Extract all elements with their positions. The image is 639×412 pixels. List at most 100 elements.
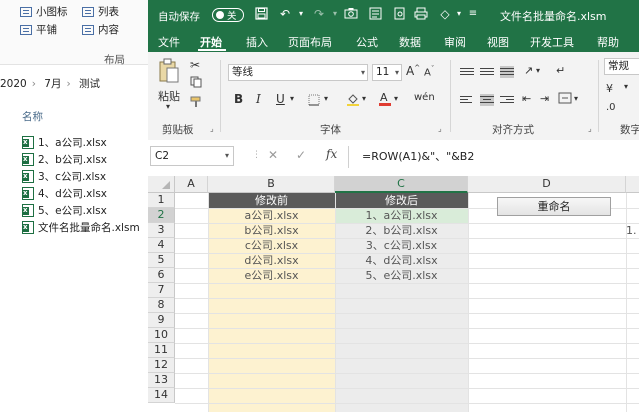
tab-view[interactable]: 视图 (487, 34, 509, 50)
select-all-corner[interactable] (148, 176, 175, 193)
name-box[interactable]: C2 ▾ (150, 146, 234, 166)
fill-color-icon[interactable]: ◇ (438, 7, 452, 21)
chevron-down-icon[interactable]: ▾ (536, 66, 540, 75)
decrease-indent-icon[interactable]: ⇤ (522, 92, 531, 105)
tab-developer[interactable]: 开发工具 (530, 34, 574, 50)
column-header-c[interactable]: C (335, 176, 468, 193)
print-preview-icon[interactable] (392, 7, 406, 21)
font-name-combo[interactable]: 等线 ▾ (228, 64, 368, 81)
dialog-launcher-icon[interactable]: ⌟ (210, 124, 214, 133)
font-size-combo[interactable]: 11 ▾ (372, 64, 402, 81)
file-item[interactable]: 1、a公司.xlsx (22, 134, 107, 151)
column-header-e[interactable] (626, 176, 639, 193)
tab-page-layout[interactable]: 页面布局 (288, 34, 332, 50)
column-header-a[interactable]: A (175, 176, 208, 193)
align-middle-icon[interactable] (480, 66, 494, 78)
customize-toolbar-icon[interactable]: ≡ (466, 7, 480, 21)
align-center-icon[interactable] (480, 94, 494, 106)
file-item[interactable]: 4、d公司.xlsx (22, 185, 107, 202)
row-header[interactable]: 14 (148, 388, 175, 403)
fill-color-icon[interactable] (346, 92, 360, 109)
increase-decimal-icon[interactable]: .0 (606, 102, 616, 113)
copy-icon[interactable] (190, 76, 202, 91)
cell-before[interactable]: d公司.xlsx (208, 253, 335, 268)
cell-after[interactable]: 1、a公司.xlsx (335, 208, 468, 223)
list-option[interactable]: 列表 (82, 4, 119, 19)
cancel-icon[interactable]: ✕ (268, 148, 278, 162)
save-icon[interactable] (254, 7, 268, 21)
chevron-down-icon[interactable]: ▾ (290, 94, 294, 103)
enter-icon[interactable]: ✓ (296, 148, 306, 162)
cell-after[interactable]: 5、e公司.xlsx (335, 268, 468, 283)
insert-function-icon[interactable]: fx (326, 147, 337, 161)
cell-before[interactable]: b公司.xlsx (208, 223, 335, 238)
undo-icon[interactable]: ↶ (278, 7, 292, 21)
content-option[interactable]: 内容 (82, 22, 119, 37)
tab-file[interactable]: 文件 (158, 34, 180, 50)
tab-home[interactable]: 开始 (200, 34, 222, 50)
align-right-icon[interactable] (500, 94, 514, 106)
chevron-down-icon[interactable]: ▾ (394, 94, 398, 103)
column-header-d[interactable]: D (468, 176, 626, 193)
row-header[interactable]: 10 (148, 328, 175, 343)
form-icon[interactable] (368, 7, 382, 21)
breadcrumb[interactable]: 2020 › 7月 › 测试 (0, 76, 105, 91)
row-header[interactable]: 12 (148, 358, 175, 373)
chevron-down-icon[interactable]: ▾ (328, 7, 342, 21)
row-header[interactable]: 11 (148, 343, 175, 358)
chevron-down-icon[interactable]: ▾ (624, 82, 628, 91)
italic-button[interactable]: I (256, 92, 261, 106)
cell-before[interactable]: a公司.xlsx (208, 208, 335, 223)
formula-input[interactable]: =ROW(A1)&"、"&B2 (362, 148, 474, 164)
tab-data[interactable]: 数据 (399, 34, 421, 50)
cell-after[interactable]: 4、d公司.xlsx (335, 253, 468, 268)
cell-before[interactable]: c公司.xlsx (208, 238, 335, 253)
dialog-launcher-icon[interactable]: ⌟ (438, 124, 442, 133)
underline-button[interactable]: U (276, 92, 285, 106)
chevron-down-icon[interactable]: ▾ (452, 7, 466, 21)
header-after[interactable]: 修改后 (335, 193, 468, 208)
breadcrumb-item[interactable]: 2020 (0, 78, 27, 90)
row-header[interactable]: 9 (148, 313, 175, 328)
shrink-font-button[interactable]: Aˇ (424, 65, 434, 78)
cell-before[interactable]: e公司.xlsx (208, 268, 335, 283)
tab-help[interactable]: 帮助 (597, 34, 619, 50)
breadcrumb-item[interactable]: 7月 (44, 78, 61, 90)
increase-indent-icon[interactable]: ⇥ (540, 92, 549, 105)
cut-icon[interactable]: ✂ (190, 58, 200, 72)
font-color-icon[interactable]: A (378, 90, 392, 109)
wrap-text-icon[interactable]: ↵ (556, 64, 565, 77)
redo-icon[interactable]: ↷ (312, 7, 326, 21)
chevron-down-icon[interactable]: ▾ (294, 7, 308, 21)
orientation-icon[interactable]: ↗ (524, 64, 533, 77)
align-top-icon[interactable] (460, 66, 474, 78)
camera-icon[interactable] (344, 7, 358, 21)
currency-icon[interactable]: ¥ (606, 82, 613, 95)
chevron-down-icon[interactable]: ▾ (324, 94, 328, 103)
row-header[interactable]: 8 (148, 298, 175, 313)
cell-partial[interactable]: 1. (626, 223, 639, 238)
rename-button[interactable]: 重命名 (497, 197, 611, 216)
format-painter-icon[interactable] (190, 96, 202, 111)
tab-formulas[interactable]: 公式 (356, 34, 378, 50)
row-header[interactable]: 2 (148, 208, 175, 223)
tiles-option[interactable]: 平铺 (20, 22, 57, 37)
merge-center-icon[interactable] (558, 92, 572, 107)
print-icon[interactable] (414, 7, 428, 21)
row-header[interactable]: 7 (148, 283, 175, 298)
autosave-toggle[interactable]: 关 (212, 8, 244, 22)
align-bottom-icon[interactable] (500, 66, 514, 78)
chevron-down-icon[interactable]: ▾ (166, 102, 170, 111)
borders-icon[interactable] (308, 94, 320, 109)
tab-insert[interactable]: 插入 (246, 34, 268, 50)
small-icons-option[interactable]: 小图标 (20, 4, 68, 19)
chevron-down-icon[interactable]: ▾ (574, 94, 578, 103)
breadcrumb-item[interactable]: 测试 (79, 78, 100, 90)
header-before[interactable]: 修改前 (208, 193, 335, 208)
column-header-b[interactable]: B (208, 176, 335, 193)
row-header[interactable]: 13 (148, 373, 175, 388)
file-item[interactable]: 3、c公司.xlsx (22, 168, 106, 185)
row-header[interactable]: 3 (148, 223, 175, 238)
cell-after[interactable]: 3、c公司.xlsx (335, 238, 468, 253)
cell-after[interactable]: 2、b公司.xlsx (335, 223, 468, 238)
